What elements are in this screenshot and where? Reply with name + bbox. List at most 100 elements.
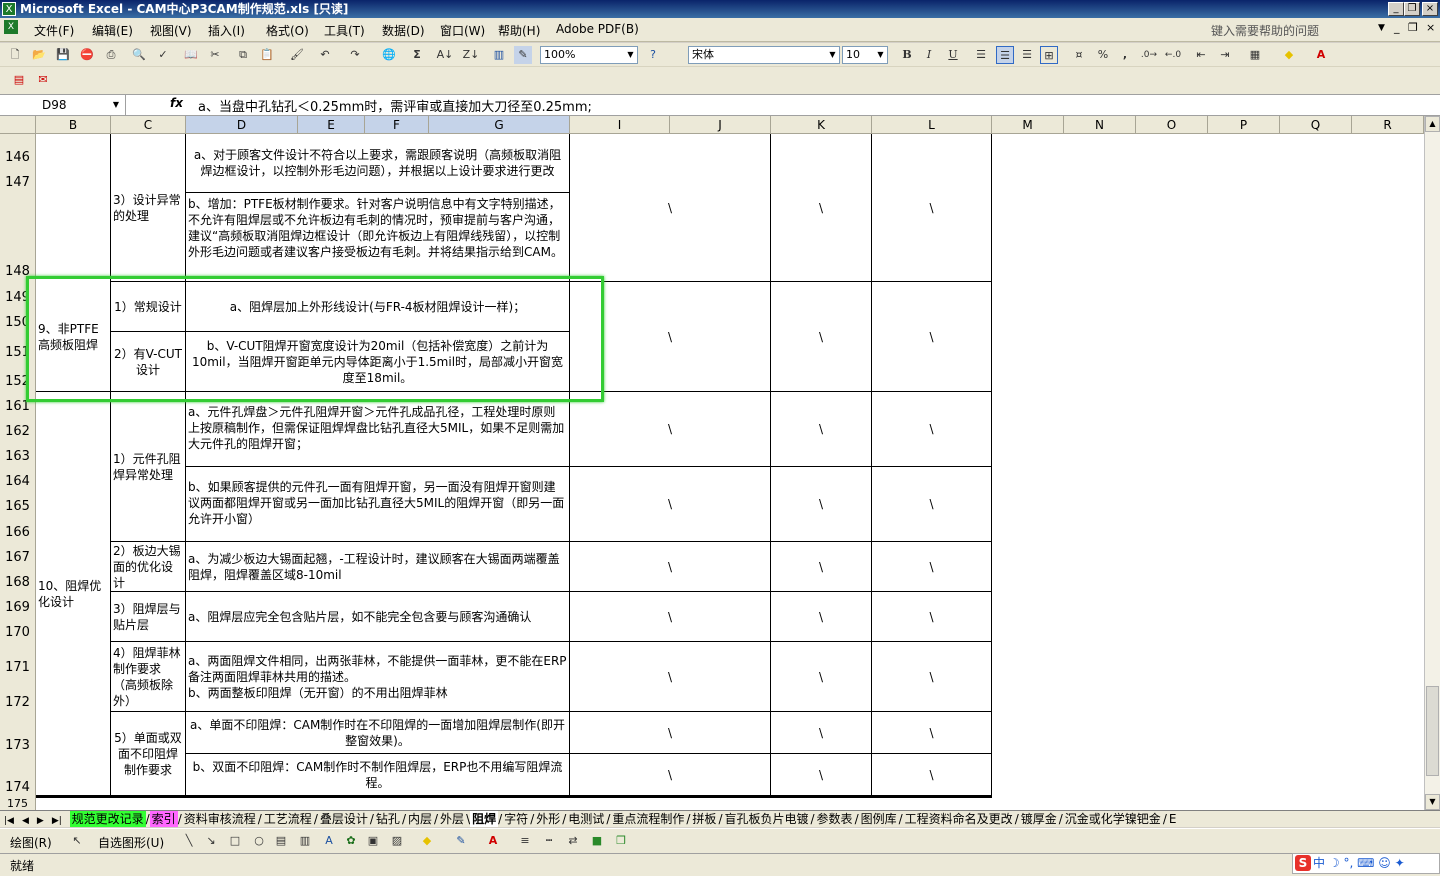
- align-right-icon[interactable]: ☰: [1018, 46, 1036, 64]
- cell-l-151[interactable]: \: [872, 282, 992, 392]
- cell-b-optimize[interactable]: 10、阻焊优化设计: [36, 392, 111, 796]
- help-dropdown-icon[interactable]: ▼: [1378, 23, 1385, 33]
- row-header[interactable]: 170: [0, 625, 36, 641]
- cell-l-148[interactable]: \: [872, 134, 992, 282]
- row-header[interactable]: 166: [0, 525, 36, 541]
- merge-center-icon[interactable]: ⊞: [1040, 46, 1058, 64]
- sheet-tab[interactable]: 拼板: [690, 811, 718, 827]
- align-left-icon[interactable]: ☰: [972, 46, 990, 64]
- sheet-tab[interactable]: 内层: [406, 811, 434, 827]
- name-box[interactable]: D98 ▼: [0, 95, 126, 115]
- tab-first-icon[interactable]: |◀: [0, 813, 18, 827]
- workbook-icon[interactable]: X: [4, 20, 18, 34]
- close-button[interactable]: ×: [1422, 2, 1438, 16]
- col-header-e[interactable]: E: [298, 116, 365, 134]
- cell-l[interactable]: \: [872, 712, 992, 754]
- cell-c-copper[interactable]: 2）板边大锡面的优化设计: [111, 542, 186, 592]
- autoshapes-menu-button[interactable]: 自选图形(U): [98, 834, 164, 851]
- ime-toolbar[interactable]: S中 ☽ °, ⌨ ☺ ✦: [1292, 853, 1440, 874]
- cell-k[interactable]: \: [771, 712, 872, 754]
- menu-edit[interactable]: 编辑(E): [92, 22, 133, 39]
- tab-prev-icon[interactable]: ◀: [18, 813, 33, 827]
- sheet-tab[interactable]: 图例库: [859, 811, 899, 827]
- open-icon[interactable]: 📂: [30, 46, 48, 64]
- research-icon[interactable]: 📖: [182, 46, 200, 64]
- sheet-tab[interactable]: 电测试: [566, 811, 606, 827]
- sheet-tab-active[interactable]: 阻焊: [470, 811, 499, 827]
- drawing-icon[interactable]: ✎: [514, 46, 532, 64]
- cell-ij[interactable]: \: [570, 542, 771, 592]
- menu-adobe-pdf[interactable]: Adobe PDF(B): [556, 22, 639, 36]
- cell-l[interactable]: \: [872, 754, 992, 796]
- sort-descending-icon[interactable]: Z↓: [462, 46, 480, 64]
- cell-ij[interactable]: \: [570, 392, 771, 467]
- menu-data[interactable]: 数据(D): [382, 22, 425, 39]
- sort-ascending-icon[interactable]: A↓: [436, 46, 454, 64]
- row-header[interactable]: 175: [0, 798, 36, 810]
- new-icon[interactable]: 🗋: [6, 46, 24, 64]
- row-header[interactable]: 164: [0, 474, 36, 490]
- 3d-icon[interactable]: ❒: [612, 832, 630, 850]
- cell-l[interactable]: \: [872, 592, 992, 642]
- cell-k-148[interactable]: \: [771, 134, 872, 282]
- bold-icon[interactable]: B: [898, 46, 916, 64]
- pdf-convert-icon[interactable]: ▤: [10, 71, 28, 89]
- cell-c-component[interactable]: 1）元件孔阻焊异常处理: [111, 392, 186, 542]
- sheet-tab[interactable]: 叠层设计: [318, 811, 370, 827]
- print-icon[interactable]: ⎙: [102, 46, 120, 64]
- chart-wizard-icon[interactable]: ▥: [490, 46, 508, 64]
- cell-ij[interactable]: \: [570, 642, 771, 712]
- col-header-b[interactable]: B: [36, 116, 111, 134]
- cell-d-component-a[interactable]: a、元件孔焊盘＞元件孔阻焊开窗＞元件孔成品孔径，工程处理时原则上按原稿制作，但需…: [186, 392, 570, 467]
- decrease-decimal-icon[interactable]: ←.0: [1164, 46, 1182, 64]
- cell-c-film[interactable]: 4）阻焊菲林制作要求（高频板除外）: [111, 642, 186, 712]
- arrow-icon[interactable]: ↘: [202, 832, 220, 850]
- sogou-icon[interactable]: S: [1295, 855, 1311, 871]
- cell-l[interactable]: \: [872, 467, 992, 542]
- shadow-icon[interactable]: ■: [588, 832, 606, 850]
- scroll-up-icon[interactable]: ▲: [1425, 116, 1440, 132]
- scroll-down-icon[interactable]: ▼: [1425, 794, 1440, 810]
- row-header[interactable]: 146: [0, 150, 36, 166]
- spreadsheet-grid[interactable]: B C D E F G I J K L M N O P Q R 146 147 …: [0, 116, 1424, 810]
- ime-halfwidth-icon[interactable]: ☽: [1329, 856, 1340, 870]
- currency-icon[interactable]: ¤: [1070, 46, 1088, 64]
- cell-k[interactable]: \: [771, 642, 872, 712]
- cell-d-copper[interactable]: a、为减少板边大锡面起翘，-工程设计时，建议顾客在大锡面两端覆盖阻焊，阻焊覆盖区…: [186, 542, 570, 592]
- decrease-indent-icon[interactable]: ⇤: [1192, 46, 1210, 64]
- copy-icon[interactable]: ⧉: [234, 46, 252, 64]
- vertical-scrollbar[interactable]: ▲ ▼: [1424, 116, 1440, 810]
- print-preview-icon[interactable]: 🔍: [130, 46, 148, 64]
- row-header[interactable]: 174: [0, 780, 36, 796]
- cell-d-film[interactable]: a、两面阻焊文件相同，出两张菲林，不能提供一面菲林，更不能在ERP备注两面阻焊菲…: [186, 642, 570, 712]
- doc-minimize-icon[interactable]: _: [1394, 21, 1400, 34]
- help-search-input[interactable]: 键入需要帮助的问题: [1208, 21, 1388, 39]
- line-icon[interactable]: ╲: [180, 832, 198, 850]
- diagram-icon[interactable]: ✿: [342, 832, 360, 850]
- zoom-select[interactable]: 100% ▼: [540, 46, 638, 64]
- cell-ij[interactable]: \: [570, 712, 771, 754]
- fx-icon[interactable]: fx: [170, 96, 183, 110]
- col-header-q[interactable]: Q: [1280, 116, 1352, 134]
- cell-k[interactable]: \: [771, 592, 872, 642]
- rectangle-icon[interactable]: □: [226, 832, 244, 850]
- borders-icon[interactable]: ▦: [1246, 46, 1264, 64]
- cell-k[interactable]: \: [771, 542, 872, 592]
- menu-tools[interactable]: 工具(T): [324, 22, 365, 39]
- draw-font-color-icon[interactable]: A: [484, 832, 502, 850]
- sheet-tab[interactable]: 外层: [438, 811, 466, 827]
- select-objects-icon[interactable]: ↖: [68, 832, 86, 850]
- sheet-tab[interactable]: E: [1167, 811, 1179, 827]
- cell-d-single-b[interactable]: b、双面不印阻焊：CAM制作时不制作阻焊层，ERP也不用编写阻焊流程。: [186, 754, 570, 796]
- cell-l[interactable]: \: [872, 392, 992, 467]
- cell-d-component-b[interactable]: b、如果顾客提供的元件孔一面有阻焊开窗，另一面没有阻焊开窗则建议两面都阻焊开窗或…: [186, 467, 570, 542]
- dash-style-icon[interactable]: ┅: [540, 832, 558, 850]
- cell-c-design-abnormal[interactable]: 3）设计异常的处理: [111, 134, 186, 282]
- save-icon[interactable]: 💾: [54, 46, 72, 64]
- ime-settings-icon[interactable]: ✦: [1395, 856, 1405, 870]
- fill-bucket-icon[interactable]: ◆: [418, 832, 436, 850]
- cell-ij[interactable]: \: [570, 592, 771, 642]
- cell-d-148[interactable]: b、增加：PTFE板材制作要求。针对客户说明信息中有文字特别描述，不允许有阻焊层…: [186, 193, 570, 282]
- tab-last-icon[interactable]: ▶|: [48, 813, 66, 827]
- increase-indent-icon[interactable]: ⇥: [1216, 46, 1234, 64]
